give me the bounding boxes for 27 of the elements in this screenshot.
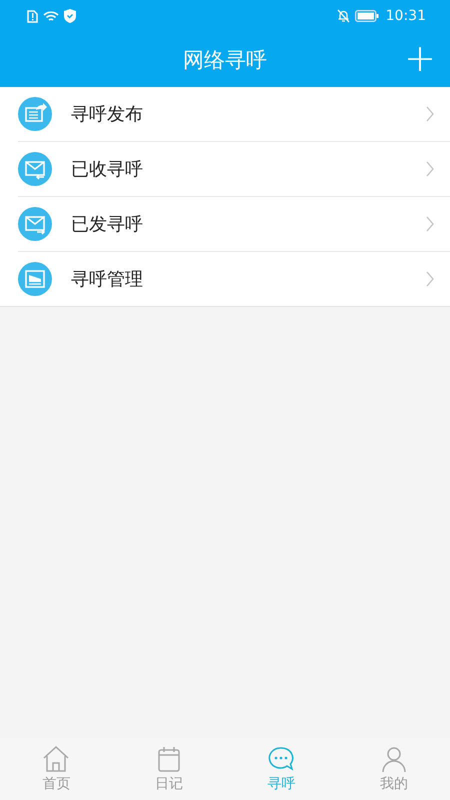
tab[interactable]: 首页 (0, 738, 112, 800)
bell-off-icon (336, 9, 350, 23)
chat-bubble-icon (267, 745, 296, 773)
tab[interactable]: 日记 (112, 738, 225, 800)
menu-item[interactable]: 已收寻呼 (18, 142, 450, 197)
clock-time: 10:31 (386, 8, 426, 24)
tab[interactable]: 寻呼 (225, 738, 338, 800)
wifi-icon (43, 10, 59, 22)
house-icon (42, 745, 70, 773)
shield-icon (64, 9, 76, 23)
menu-item[interactable]: 寻呼发布 (18, 87, 450, 142)
tab[interactable]: 我的 (338, 738, 450, 800)
envelope-out-icon (18, 207, 52, 241)
battery-icon (354, 10, 379, 22)
add-button[interactable]: + (400, 36, 440, 80)
chevron-right-icon (426, 106, 434, 122)
share-document-icon (18, 97, 52, 131)
envelope-in-icon (18, 152, 52, 186)
chevron-right-icon (426, 216, 434, 232)
sim-alert-icon (27, 10, 38, 22)
person-icon (380, 745, 408, 773)
page-title: 网络寻呼 (183, 46, 267, 74)
chevron-right-icon (426, 161, 434, 177)
menu-item[interactable]: 已发寻呼 (18, 197, 450, 252)
menu-item[interactable]: 寻呼管理 (18, 252, 450, 306)
chevron-right-icon (426, 271, 434, 287)
window-icon (18, 262, 52, 296)
